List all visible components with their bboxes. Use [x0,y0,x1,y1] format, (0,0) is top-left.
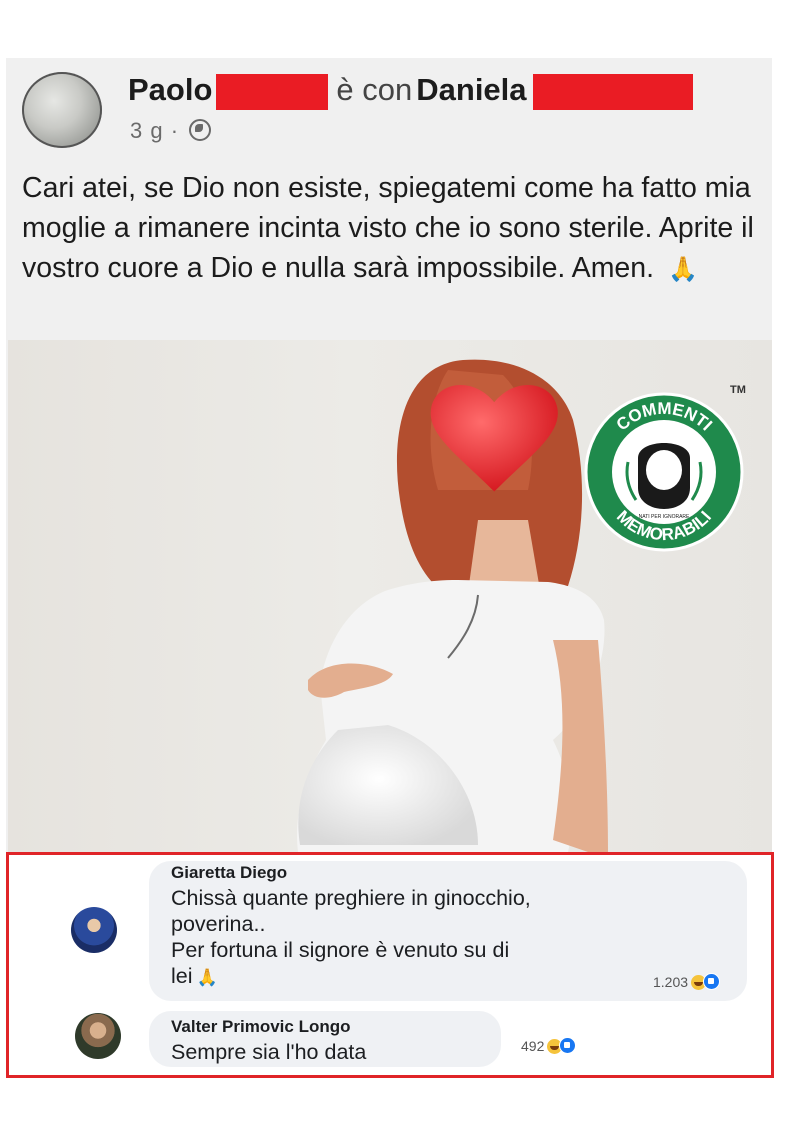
praying-hands-icon: 🙏 [196,968,218,987]
commenter-avatar[interactable] [71,907,117,953]
author-avatar[interactable] [22,72,102,148]
meta-separator: · [170,118,180,143]
post-body: Cari atei, se Dio non esiste, spiegatemi… [22,172,754,284]
reaction-count: 1.203 [653,974,689,990]
reaction-count: 492 [521,1038,545,1054]
comment-line: lei [171,964,193,988]
comment-line: poverina.. [171,912,266,936]
comment-line-last: lei 🙏 [171,963,218,991]
praying-hands-icon: 🙏 [667,256,698,283]
watermark-small-text: NATI PER IGNORARE [639,514,690,520]
comment-reactions[interactable]: 492 [521,1037,577,1054]
comment-line: Per fortuna il signore è venuto su di [171,938,510,962]
tagged-name[interactable]: Daniela [416,72,526,107]
commenter-avatar[interactable] [75,1013,121,1059]
watermark-logo: COMMENTI MEMORABILI NATI PER IGNORARE [584,392,744,552]
globe-icon [189,119,212,141]
comment-author[interactable]: Giaretta Diego [171,863,287,883]
redaction-bar [216,73,329,110]
with-text: è con [336,72,413,107]
post-time[interactable]: 3 g [130,118,164,143]
author-name[interactable]: Paolo [128,72,212,107]
post-meta: 3 g · [130,118,212,144]
author-line: Paolo è con Daniela [128,72,693,110]
comment-author[interactable]: Valter Primovic Longo [171,1017,351,1037]
comment-line: Chissà quante preghiere in ginocchio, [171,886,531,910]
facebook-post: Paolo è con Daniela 3 g · Cari atei, se Di… [6,58,774,1078]
post-header: Paolo è con Daniela 3 g · [16,64,762,150]
redaction-bar [532,73,693,110]
comment-reactions[interactable]: 1.203 [653,973,721,990]
comments-highlight-box: Giaretta Diego Chissà quante preghiere i… [6,852,774,1078]
post-text: Cari atei, se Dio non esiste, spiegatemi… [22,168,762,290]
comment-line: Sempre sia l'ho data [171,1040,367,1064]
like-icon [703,973,721,990]
like-icon [559,1037,577,1054]
